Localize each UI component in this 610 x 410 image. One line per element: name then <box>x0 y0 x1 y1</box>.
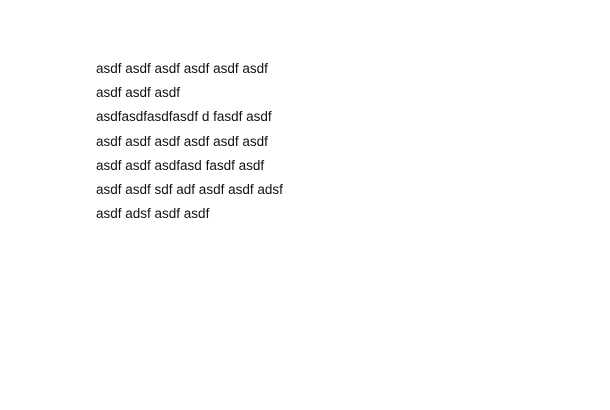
text-block: asdf asdf asdf asdf asdf asdf asdf asdf … <box>96 57 283 226</box>
text-line-5: asdf asdf asdfasd fasdf asdf <box>96 157 265 173</box>
text-line-6: asdf asdf sdf adf asdf asdf adsf <box>96 182 283 198</box>
text-line-3: asdfasdfasdfasdf d fasdf asdf <box>96 109 272 125</box>
page: asdf asdf asdf asdf asdf asdf asdf asdf … <box>0 0 610 410</box>
text-line-4: asdf asdf asdf asdf asdf asdf <box>96 133 268 149</box>
text-line-7: asdf adsf asdf asdf <box>96 206 210 222</box>
text-line-2: asdf asdf asdf <box>96 85 181 101</box>
text-line-1: asdf asdf asdf asdf asdf asdf <box>96 61 268 76</box>
